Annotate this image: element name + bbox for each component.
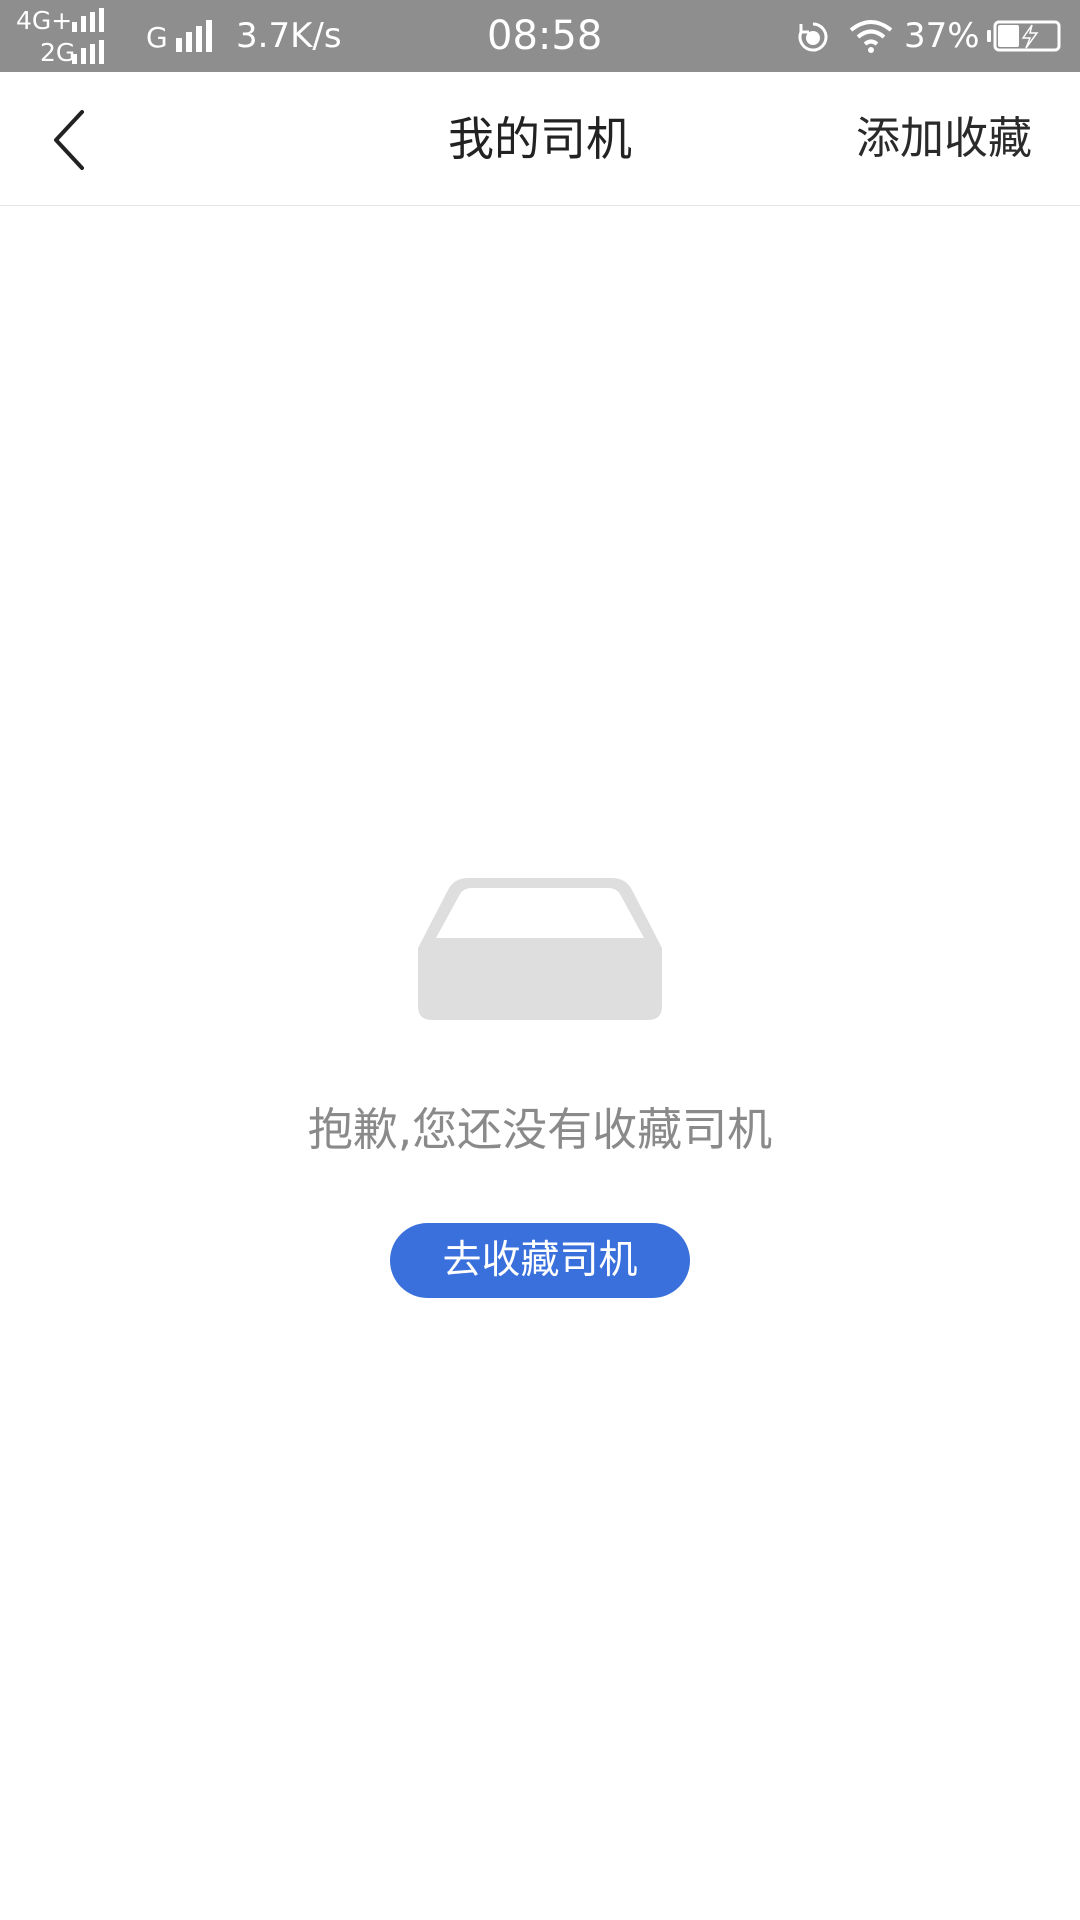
add-favorite-button[interactable]: 添加收藏 <box>856 72 1032 206</box>
battery-percent: 37% <box>904 16 980 56</box>
signal-icon <box>176 20 212 52</box>
nav-bar: 我的司机 添加收藏 <box>0 72 1080 206</box>
battery-charging-icon <box>987 20 1061 52</box>
back-chevron-icon <box>54 110 84 170</box>
wifi-icon <box>849 20 893 53</box>
status-bar: 4G+ 2G G 3.7K/s 08:58 37% <box>0 0 1080 72</box>
network-speed: 3.7K/s <box>236 16 342 56</box>
clock: 08:58 <box>487 13 603 59</box>
network-g-label: G <box>146 21 168 54</box>
empty-tray-icon <box>418 878 662 1020</box>
signal-icon <box>72 8 104 32</box>
go-collect-driver-button[interactable]: 去收藏司机 <box>390 1223 690 1298</box>
network-primary-label: 4G+ <box>16 6 73 35</box>
network-secondary-label: 2G <box>40 38 76 67</box>
back-button[interactable] <box>36 102 100 178</box>
signal-icon <box>72 40 104 64</box>
rotation-lock-icon <box>798 22 828 52</box>
empty-message: 抱歉,您还没有收藏司机 <box>307 1103 773 1156</box>
